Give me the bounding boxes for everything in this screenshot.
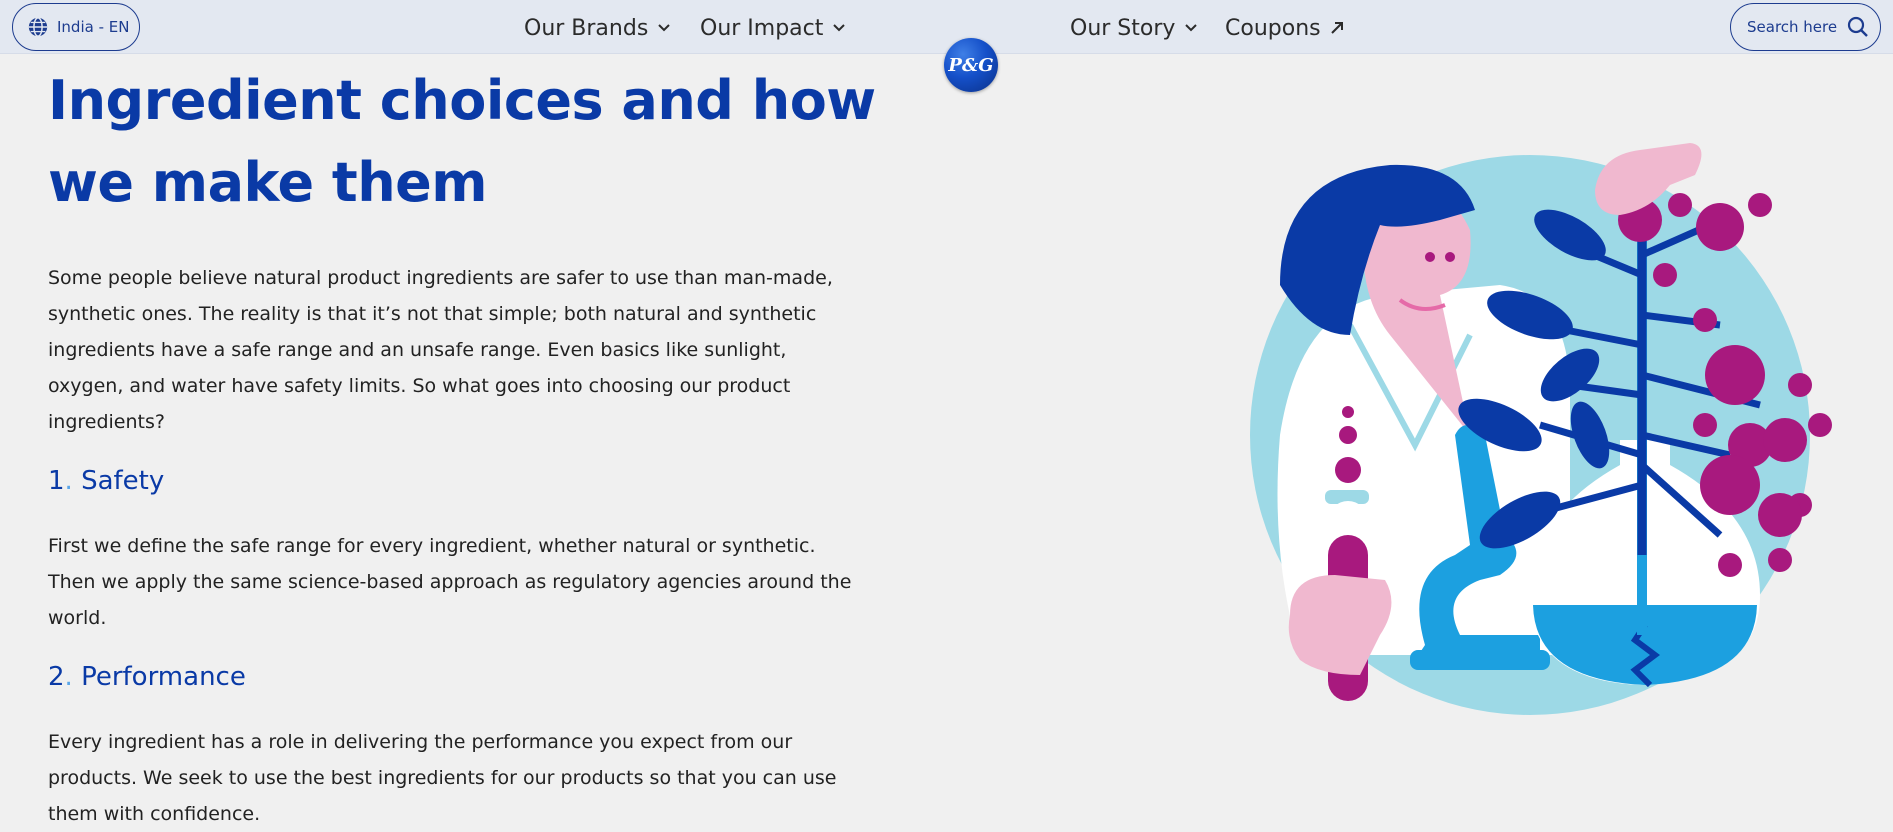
bubble bbox=[1342, 406, 1354, 418]
section-heading-safety: 1. Safety bbox=[48, 466, 164, 496]
safety-paragraph: First we define the safe range for every… bbox=[48, 535, 852, 629]
section-number: 1 bbox=[48, 466, 65, 496]
pg-logo[interactable]: P&G bbox=[944, 38, 998, 92]
nav-coupons[interactable]: Coupons bbox=[1225, 14, 1344, 42]
nav-our-brands[interactable]: Our Brands bbox=[524, 14, 671, 42]
chevron-down-icon bbox=[1185, 24, 1198, 32]
page-title: Ingredient choices and how we make them bbox=[48, 69, 876, 214]
bubble bbox=[1335, 457, 1361, 483]
locale-selector[interactable]: India - EN bbox=[12, 3, 140, 51]
scientist-illustration bbox=[1250, 143, 1832, 715]
search-button[interactable]: Search here bbox=[1730, 3, 1881, 51]
eye bbox=[1445, 252, 1455, 262]
top-navigation-bar: India - EN Our Brands Our Impact Our Sto… bbox=[0, 0, 1893, 54]
section-dot: . bbox=[64, 662, 73, 692]
section-title: Performance bbox=[81, 662, 246, 692]
nav-coupons-label: Coupons bbox=[1225, 15, 1321, 41]
globe-icon bbox=[28, 17, 48, 37]
nav-our-impact[interactable]: Our Impact bbox=[700, 14, 846, 42]
microscope-base bbox=[1410, 650, 1550, 670]
locale-label: India - EN bbox=[57, 18, 130, 36]
intro-paragraph: Some people believe natural product ingr… bbox=[48, 267, 833, 433]
nav-our-brands-label: Our Brands bbox=[524, 15, 649, 41]
external-arrow-icon bbox=[1330, 22, 1343, 34]
nav-our-impact-label: Our Impact bbox=[700, 15, 824, 41]
search-label: Search here bbox=[1747, 18, 1838, 36]
nav-our-story-label: Our Story bbox=[1070, 15, 1176, 41]
section-number: 2 bbox=[48, 662, 65, 692]
chevron-down-icon bbox=[658, 24, 671, 32]
eye bbox=[1425, 252, 1435, 262]
bubble bbox=[1339, 426, 1357, 444]
pg-logo-text: P&G bbox=[948, 54, 994, 76]
section-title: Safety bbox=[81, 466, 165, 496]
section-dot: . bbox=[64, 466, 73, 496]
chevron-down-icon bbox=[833, 24, 846, 32]
nav-our-story[interactable]: Our Story bbox=[1070, 14, 1198, 42]
performance-paragraph: Every ingredient has a role in deliverin… bbox=[48, 731, 837, 825]
search-icon bbox=[1848, 16, 1868, 37]
section-heading-performance: 2. Performance bbox=[48, 662, 246, 692]
